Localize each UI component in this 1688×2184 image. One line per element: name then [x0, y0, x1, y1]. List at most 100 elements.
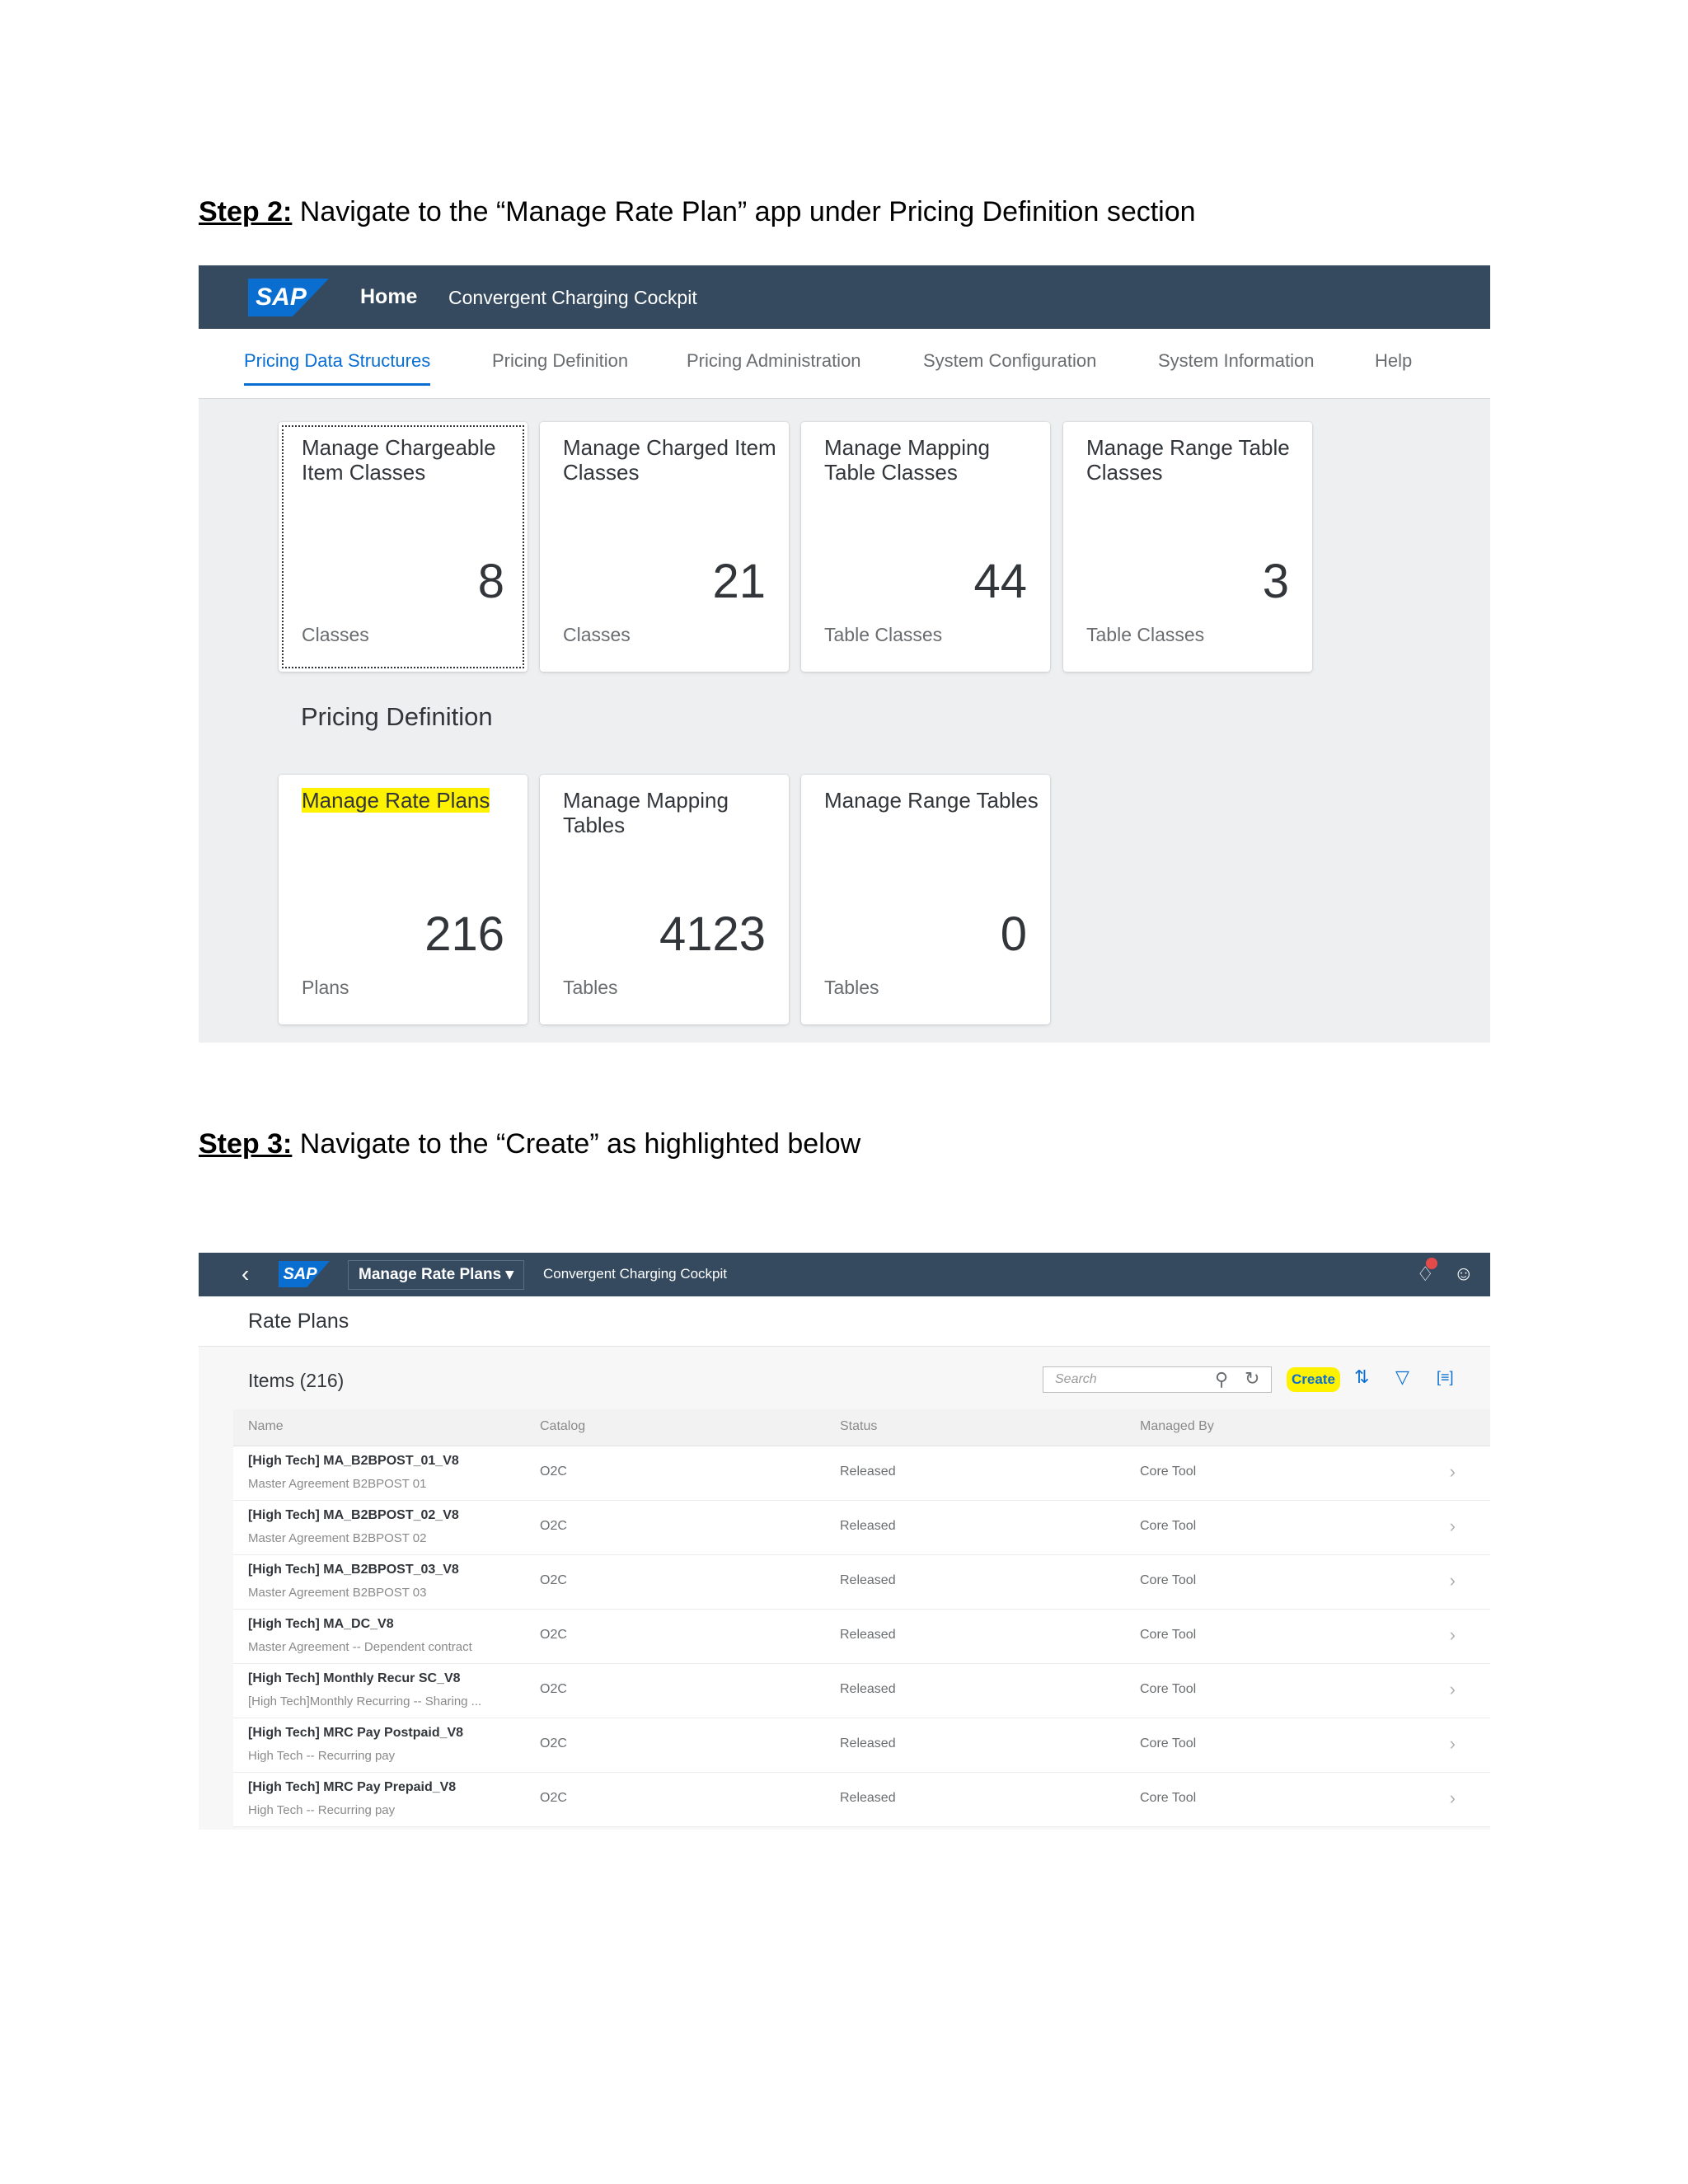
- row-managed-by: Core Tool: [1140, 1465, 1197, 1479]
- home-link[interactable]: Home: [360, 285, 417, 309]
- shell-bar: SAP Home Convergent Charging Cockpit: [199, 265, 1490, 329]
- tile-count: 0: [1000, 907, 1027, 961]
- settings-icon[interactable]: [≡]: [1437, 1369, 1454, 1386]
- app-menu-button[interactable]: Manage Rate Plans ▾: [348, 1260, 524, 1290]
- search-input[interactable]: Search ⚲ ↻: [1043, 1366, 1272, 1393]
- table-row[interactable]: [High Tech] MA_B2BPOST_02_V8 Master Agree…: [233, 1501, 1490, 1555]
- tab-help[interactable]: Help: [1375, 350, 1412, 372]
- table-toolbar: Items (216) Search ⚲ ↻ Create ⇅ ▽ [≡]: [199, 1360, 1490, 1401]
- chevron-right-icon[interactable]: ›: [1450, 1679, 1456, 1700]
- notification-badge: [1426, 1258, 1437, 1269]
- chevron-left-icon[interactable]: ‹: [241, 1261, 249, 1287]
- row-description: Master Agreement B2BPOST 03: [248, 1586, 427, 1600]
- row-managed-by: Core Tool: [1140, 1628, 1197, 1642]
- sap-logo: SAP: [279, 1261, 330, 1287]
- column-header-managed-by[interactable]: Managed By: [1140, 1419, 1214, 1434]
- search-placeholder: Search: [1055, 1372, 1097, 1386]
- step2-text: Navigate to the “Manage Rate Plan” app u…: [292, 196, 1196, 227]
- column-header-status[interactable]: Status: [840, 1419, 877, 1434]
- chevron-right-icon[interactable]: ›: [1450, 1461, 1456, 1483]
- tile-manage-rate-plans[interactable]: Manage Rate Plans 216 Plans: [279, 775, 528, 1024]
- tile-manage-charged-item-classes[interactable]: Manage Charged Item Classes 21 Classes: [540, 422, 789, 672]
- table-row[interactable]: [High Tech] MA_DC_V8 Master Agreement -- …: [233, 1610, 1490, 1664]
- step3-label: Step 3:: [199, 1128, 293, 1160]
- table-row[interactable]: [High Tech] Monthly Recur SC_V8 [High Tec…: [233, 1664, 1490, 1718]
- create-button[interactable]: Create: [1287, 1367, 1340, 1392]
- row-managed-by: Core Tool: [1140, 1573, 1197, 1587]
- tile-title: Manage Mapping Table Classes: [824, 435, 990, 485]
- row-status: Released: [840, 1791, 896, 1805]
- row-catalog: O2C: [540, 1573, 567, 1587]
- row-name: [High Tech] MRC Pay Postpaid_V8: [248, 1726, 464, 1740]
- tile-manage-chargeable-item-classes[interactable]: Manage Chargeable Item Classes 8 Classes: [279, 422, 528, 672]
- user-icon[interactable]: ☺: [1453, 1263, 1474, 1286]
- row-managed-by: Core Tool: [1140, 1682, 1197, 1696]
- step3-heading: Step 3: Navigate to the “Create” as high…: [199, 1128, 860, 1160]
- refresh-icon[interactable]: ↻: [1245, 1368, 1259, 1390]
- tile-unit: Table Classes: [1086, 624, 1205, 645]
- table-row[interactable]: [High Tech] MRC Pay Postpaid_V8 High Tech…: [233, 1718, 1490, 1773]
- step2-label: Step 2:: [199, 196, 293, 227]
- tab-bar: Pricing Data Structures Pricing Definiti…: [199, 329, 1490, 399]
- tile-count: 21: [712, 555, 766, 608]
- chevron-right-icon[interactable]: ›: [1450, 1733, 1456, 1755]
- items-count: Items (216): [248, 1370, 345, 1391]
- chevron-right-icon[interactable]: ›: [1450, 1570, 1456, 1591]
- row-name: [High Tech] MA_B2BPOST_01_V8: [248, 1454, 459, 1468]
- tile-unit: Classes: [302, 624, 369, 645]
- row-status: Released: [840, 1519, 896, 1533]
- tile-manage-range-table-classes[interactable]: Manage Range Table Classes 3 Table Class…: [1063, 422, 1312, 672]
- tab-system-configuration[interactable]: System Configuration: [923, 350, 1096, 372]
- tab-pricing-administration[interactable]: Pricing Administration: [687, 350, 861, 372]
- tile-count: 4123: [659, 907, 766, 961]
- table-row[interactable]: [High Tech] MA_B2BPOST_03_V8 Master Agree…: [233, 1555, 1490, 1610]
- sort-icon[interactable]: ⇅: [1354, 1366, 1369, 1388]
- step2-heading: Step 2: Navigate to the “Manage Rate Pla…: [199, 196, 1196, 228]
- row-status: Released: [840, 1465, 896, 1479]
- table-body: [High Tech] MA_B2BPOST_01_V8 Master Agree…: [233, 1446, 1490, 1827]
- chevron-right-icon[interactable]: ›: [1450, 1788, 1456, 1809]
- row-managed-by: Core Tool: [1140, 1519, 1197, 1533]
- table-row[interactable]: [High Tech] MA_B2BPOST_01_V8 Master Agree…: [233, 1446, 1490, 1501]
- tile-manage-mapping-tables[interactable]: Manage Mapping Tables 4123 Tables: [540, 775, 789, 1024]
- page-title: Rate Plans: [248, 1310, 349, 1333]
- row-name: [High Tech] MRC Pay Prepaid_V8: [248, 1780, 457, 1794]
- tile-title: Manage Chargeable Item Classes: [302, 435, 496, 485]
- shell-bar: ‹ SAP Manage Rate Plans ▾ Convergent Cha…: [199, 1253, 1490, 1296]
- page-header: Rate Plans: [199, 1296, 1490, 1347]
- row-managed-by: Core Tool: [1140, 1791, 1197, 1805]
- row-name: [High Tech] Monthly Recur SC_V8: [248, 1671, 461, 1685]
- tab-pricing-data-structures[interactable]: Pricing Data Structures: [244, 350, 431, 386]
- tile-count: 3: [1262, 555, 1289, 608]
- chevron-right-icon[interactable]: ›: [1450, 1516, 1456, 1537]
- row-status: Released: [840, 1573, 896, 1587]
- row-status: Released: [840, 1682, 896, 1696]
- tile-title: Manage Rate Plans: [302, 788, 516, 813]
- tab-pricing-definition[interactable]: Pricing Definition: [492, 350, 628, 372]
- tile-count: 216: [424, 907, 504, 961]
- step3-text: Navigate to the “Create” as highlighted …: [292, 1128, 861, 1160]
- tile-unit: Classes: [563, 624, 631, 645]
- row-name: [High Tech] MA_B2BPOST_03_V8: [248, 1563, 459, 1577]
- row-description: High Tech -- Recurring pay: [248, 1803, 396, 1817]
- chevron-right-icon[interactable]: ›: [1450, 1624, 1456, 1646]
- tab-system-information[interactable]: System Information: [1158, 350, 1315, 372]
- tile-unit: Plans: [302, 977, 349, 998]
- tile-title: Manage Mapping Tables: [563, 788, 729, 837]
- row-catalog: O2C: [540, 1628, 567, 1642]
- search-icon[interactable]: ⚲: [1215, 1369, 1228, 1390]
- row-description: [High Tech]Monthly Recurring -- Sharing …: [248, 1694, 482, 1708]
- filter-icon[interactable]: ▽: [1395, 1366, 1409, 1388]
- tile-manage-mapping-table-classes[interactable]: Manage Mapping Table Classes 44 Table Cl…: [801, 422, 1050, 672]
- column-header-name[interactable]: Name: [248, 1419, 284, 1434]
- launchpad-screenshot: SAP Home Convergent Charging Cockpit Pri…: [199, 265, 1490, 1043]
- tile-manage-range-tables[interactable]: Manage Range Tables 0 Tables: [801, 775, 1050, 1024]
- tile-title: Manage Range Tables: [824, 788, 1039, 813]
- row-status: Released: [840, 1736, 896, 1750]
- tile-unit: Table Classes: [824, 624, 943, 645]
- rate-plans-table: Name Catalog Status Managed By [High Tec…: [233, 1409, 1490, 1827]
- row-description: High Tech -- Recurring pay: [248, 1749, 396, 1763]
- row-catalog: O2C: [540, 1736, 567, 1750]
- column-header-catalog[interactable]: Catalog: [540, 1419, 585, 1434]
- table-row[interactable]: [High Tech] MRC Pay Prepaid_V8 High Tech …: [233, 1773, 1490, 1827]
